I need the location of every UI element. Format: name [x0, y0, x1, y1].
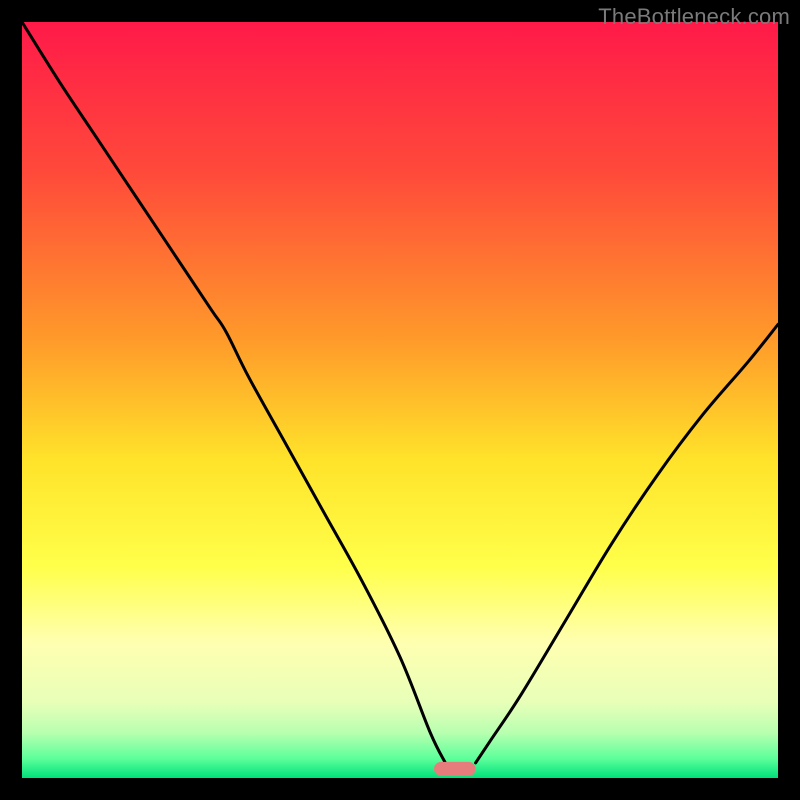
- bottleneck-chart: [22, 22, 778, 778]
- optimal-marker: [434, 762, 476, 776]
- watermark-text: TheBottleneck.com: [598, 4, 790, 30]
- plot-area: [22, 22, 778, 778]
- chart-frame: TheBottleneck.com: [0, 0, 800, 800]
- gradient-background: [22, 22, 778, 778]
